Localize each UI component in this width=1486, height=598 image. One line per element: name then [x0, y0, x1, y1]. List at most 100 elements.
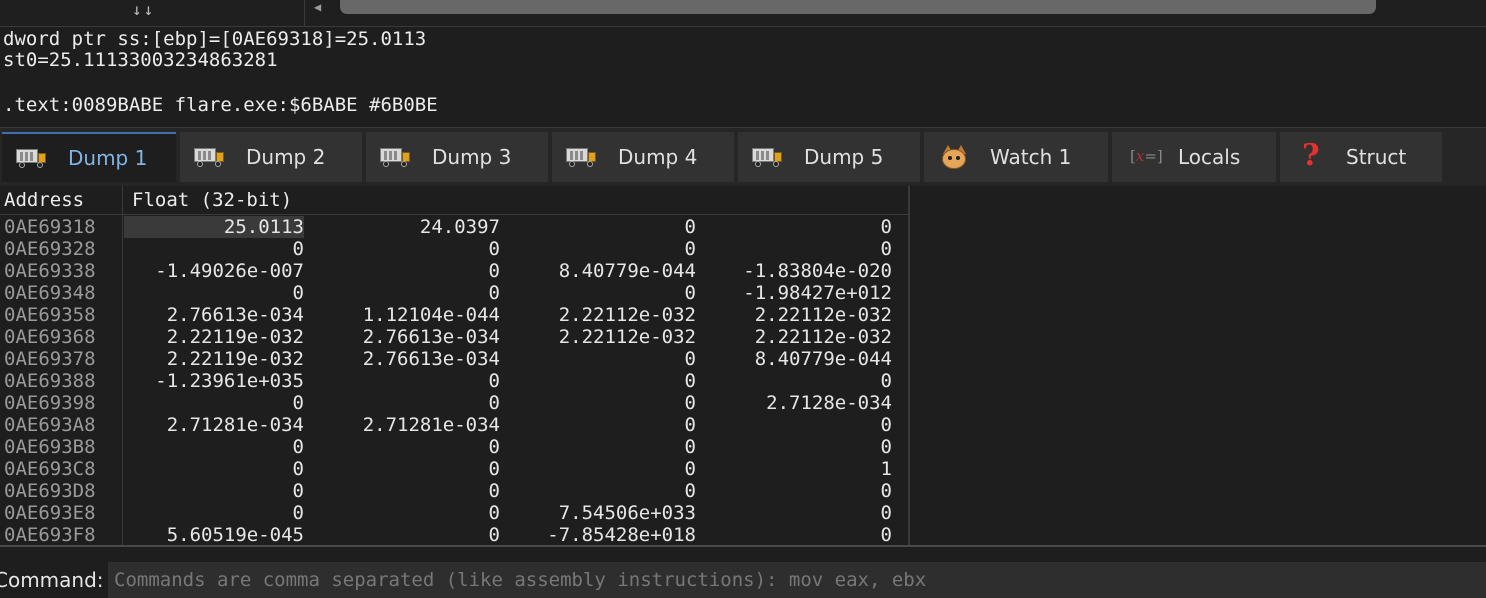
float-value[interactable]: 0	[516, 348, 696, 370]
float-value[interactable]: 0	[516, 436, 696, 458]
float-value[interactable]: 8.40779e-044	[712, 348, 892, 370]
float-value[interactable]: 5.60519e-045	[124, 524, 304, 546]
float-value[interactable]: -1.98427e+012	[712, 282, 892, 304]
float-value[interactable]: 0	[124, 436, 304, 458]
float-value[interactable]: 0	[124, 282, 304, 304]
float-value[interactable]: 2.22112e-032	[712, 326, 892, 348]
tab-label: Dump 2	[246, 145, 326, 169]
float-value[interactable]: 0	[516, 458, 696, 480]
float-value[interactable]: 2.22112e-032	[712, 304, 892, 326]
float-value[interactable]: 7.54506e+033	[516, 502, 696, 524]
float-value[interactable]: 0	[712, 436, 892, 458]
float-value[interactable]: 0	[516, 216, 696, 238]
dump-row[interactable]: 0AE69398 0 0 0 2.7128e-034	[0, 392, 908, 414]
float-value[interactable]: 0	[124, 392, 304, 414]
float-value[interactable]: 0	[124, 458, 304, 480]
float-value[interactable]: 1	[712, 458, 892, 480]
tab-label: Dump 1	[68, 146, 148, 170]
dump-row[interactable]: 0AE69358 2.76613e-034 1.12104e-044 2.22112e…	[0, 304, 908, 326]
float-value[interactable]: 0	[516, 414, 696, 436]
tab-struct[interactable]: ? Struct	[1280, 132, 1442, 182]
float-value[interactable]: 0	[124, 238, 304, 260]
dump-row[interactable]: 0AE693F8 5.60519e-045 0 -7.85428e+018 0	[0, 524, 908, 546]
row-address: 0AE693A8	[4, 414, 96, 436]
float-value[interactable]: 0	[712, 480, 892, 502]
tab-watch-1[interactable]: Watch 1	[924, 132, 1108, 182]
horizontal-scrollbar-thumb[interactable]	[340, 0, 1376, 14]
scroll-left-arrow-icon[interactable]: ◀	[314, 0, 330, 14]
column-header-address[interactable]: Address	[4, 188, 84, 212]
float-value[interactable]: 0	[712, 524, 892, 546]
top-strip: ↓↓ ◀	[0, 0, 1486, 26]
command-input[interactable]	[108, 562, 1486, 598]
float-value[interactable]: 0	[320, 238, 500, 260]
float-value[interactable]: -1.83804e-020	[712, 260, 892, 282]
float-value[interactable]: 2.22112e-032	[516, 326, 696, 348]
tab-dump-5[interactable]: Dump 5	[738, 132, 920, 182]
dump-row[interactable]: 0AE69368 2.22119e-032 2.76613e-034 2.22112e…	[0, 326, 908, 348]
column-header-format[interactable]: Float (32-bit)	[132, 188, 292, 212]
column-divider[interactable]	[122, 186, 123, 214]
splitter[interactable]	[304, 0, 305, 26]
float-value[interactable]: 2.71281e-034	[320, 414, 500, 436]
info-box: dword ptr ss:[ebp]=[0AE69318]=25.0113 st…	[0, 28, 1486, 126]
float-value[interactable]: 0	[516, 392, 696, 414]
float-value[interactable]: 0	[320, 260, 500, 282]
float-value[interactable]: 2.22112e-032	[516, 304, 696, 326]
tab-dump-2[interactable]: Dump 2	[180, 132, 362, 182]
float-value[interactable]: 0	[712, 414, 892, 436]
tab-dump-3[interactable]: Dump 3	[366, 132, 548, 182]
tab-locals[interactable]: [x=] Locals	[1112, 132, 1276, 182]
float-value[interactable]: 0	[320, 436, 500, 458]
float-value[interactable]: 1.12104e-044	[320, 304, 500, 326]
float-value[interactable]: 0	[320, 392, 500, 414]
dump-view[interactable]: Address Float (32-bit) 0AE69318 25.0113 24…	[0, 186, 1486, 546]
tab-dump-4[interactable]: Dump 4	[552, 132, 734, 182]
float-value[interactable]: 8.40779e-044	[516, 260, 696, 282]
dump-row[interactable]: 0AE693B8 0 0 0 0	[0, 436, 908, 458]
float-value[interactable]: 0	[516, 282, 696, 304]
float-value[interactable]: -1.23961e+035	[124, 370, 304, 392]
float-value[interactable]: 0	[320, 480, 500, 502]
float-value[interactable]: -7.85428e+018	[516, 524, 696, 546]
float-value[interactable]: 0	[320, 282, 500, 304]
dump-row[interactable]: 0AE69318 25.0113 24.0397 0 0	[0, 216, 908, 238]
float-value[interactable]: 0	[320, 502, 500, 524]
dump-row[interactable]: 0AE693D8 0 0 0 0	[0, 480, 908, 502]
float-value[interactable]: 2.71281e-034	[124, 414, 304, 436]
float-value[interactable]: 2.7128e-034	[712, 392, 892, 414]
float-value[interactable]: 2.76613e-034	[320, 326, 500, 348]
dump-row[interactable]: 0AE69338 -1.49026e-007 0 8.40779e-044 -1.838…	[0, 260, 908, 282]
float-value[interactable]: 24.0397	[320, 216, 500, 238]
float-value[interactable]: 0	[516, 480, 696, 502]
float-value[interactable]: 0	[712, 238, 892, 260]
row-address: 0AE69338	[4, 260, 96, 282]
dump-row[interactable]: 0AE69348 0 0 0 -1.98427e+012	[0, 282, 908, 304]
float-value[interactable]: 0	[516, 238, 696, 260]
row-address: 0AE69378	[4, 348, 96, 370]
float-value[interactable]: 0	[124, 480, 304, 502]
dump-row[interactable]: 0AE69328 0 0 0 0	[0, 238, 908, 260]
dump-row[interactable]: 0AE69388 -1.23961e+035 0 0 0	[0, 370, 908, 392]
row-address: 0AE693B8	[4, 436, 96, 458]
float-value[interactable]: 25.0113	[124, 216, 304, 238]
float-value[interactable]: 0	[516, 370, 696, 392]
float-value[interactable]: 0	[320, 370, 500, 392]
float-value[interactable]: 0	[320, 524, 500, 546]
float-value[interactable]: 0	[320, 458, 500, 480]
dump-row[interactable]: 0AE69378 2.22119e-032 2.76613e-034 0 8.40779…	[0, 348, 908, 370]
float-value[interactable]: 0	[124, 502, 304, 524]
float-value[interactable]: 0	[712, 216, 892, 238]
tab-dump-1[interactable]: Dump 1	[2, 132, 176, 182]
float-value[interactable]: 0	[712, 370, 892, 392]
float-value[interactable]: -1.49026e-007	[124, 260, 304, 282]
dump-row[interactable]: 0AE693E8 0 0 7.54506e+033 0	[0, 502, 908, 524]
float-value[interactable]: 2.76613e-034	[124, 304, 304, 326]
float-value[interactable]: 2.22119e-032	[124, 326, 304, 348]
dump-row[interactable]: 0AE693A8 2.71281e-034 2.71281e-034 0 0	[0, 414, 908, 436]
dump-row[interactable]: 0AE693C8 0 0 0 1	[0, 458, 908, 480]
float-value[interactable]: 2.76613e-034	[320, 348, 500, 370]
float-value[interactable]: 0	[712, 502, 892, 524]
tab-label: Locals	[1178, 145, 1241, 169]
float-value[interactable]: 2.22119e-032	[124, 348, 304, 370]
